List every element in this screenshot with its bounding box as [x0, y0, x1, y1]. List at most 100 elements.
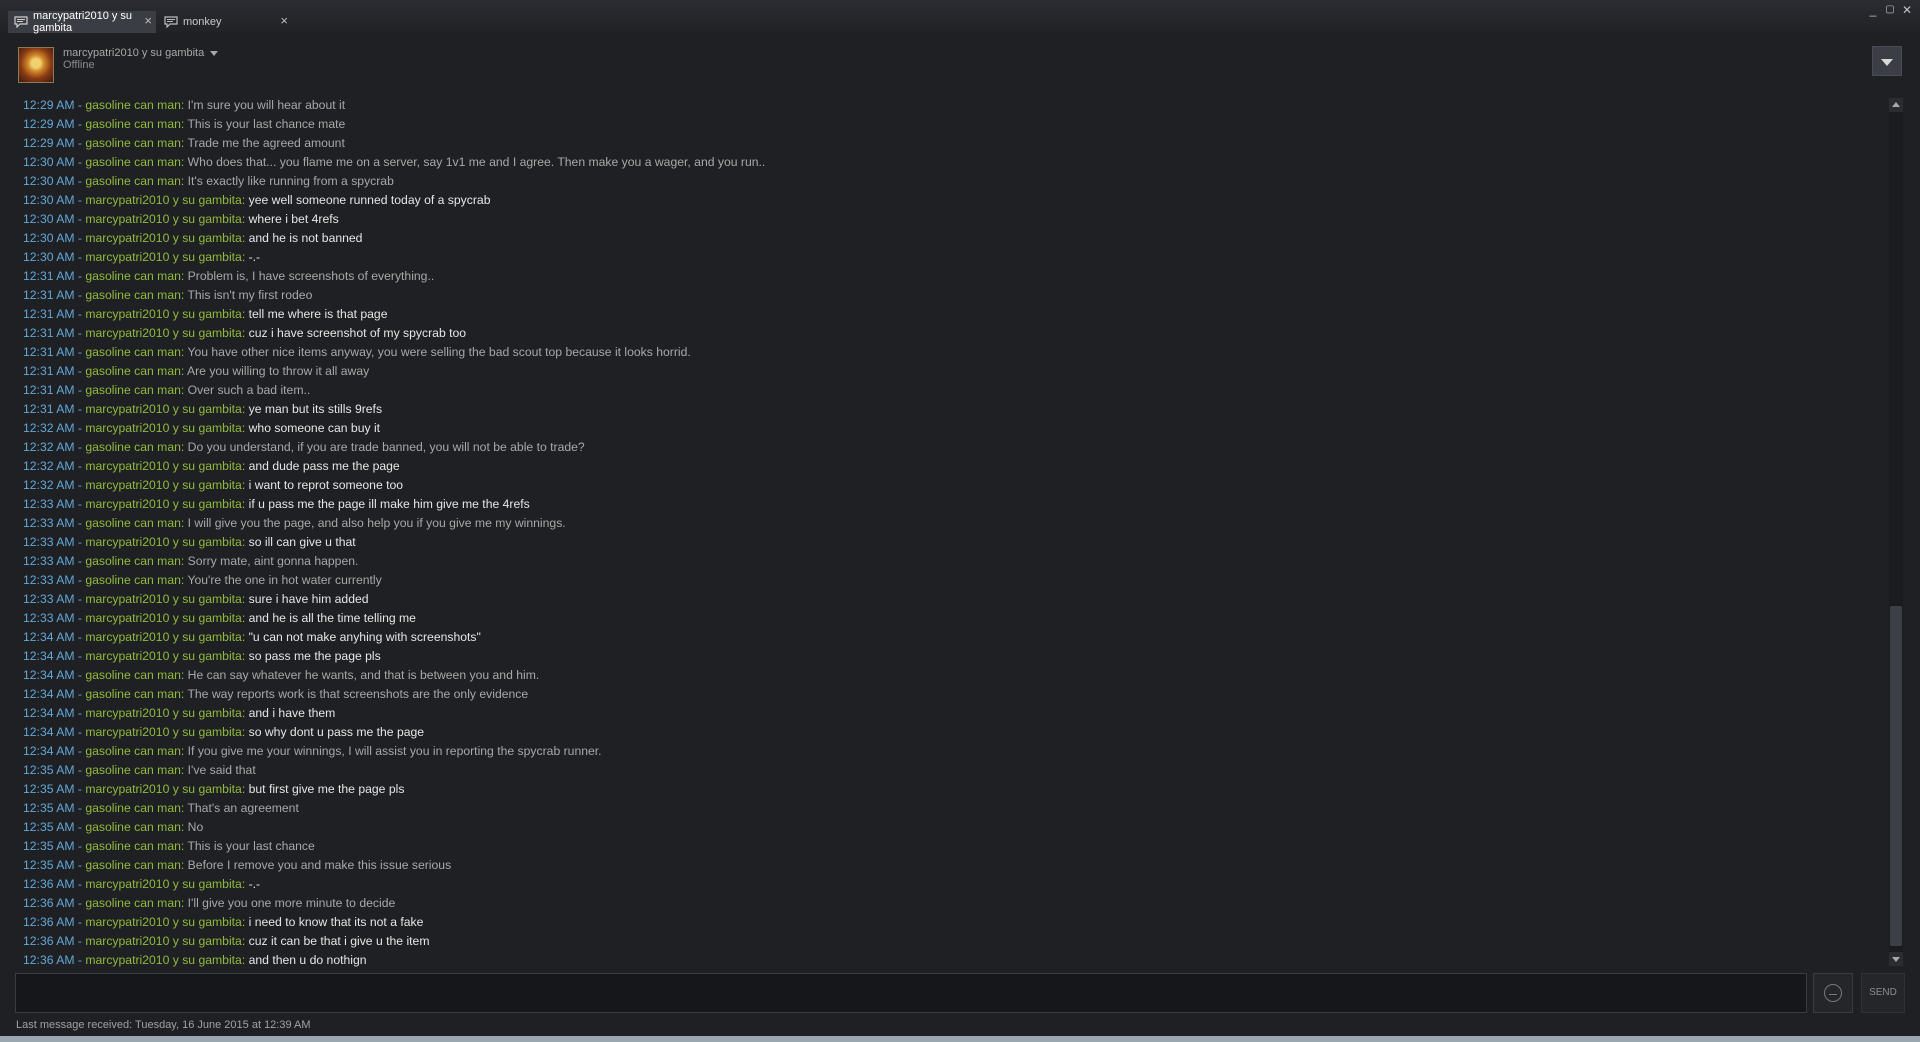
colon: : — [241, 630, 249, 644]
message-sender[interactable]: marcypatri2010 y su gambita — [85, 535, 241, 549]
message-sender[interactable]: gasoline can man — [85, 345, 181, 359]
message-sender[interactable]: gasoline can man — [85, 839, 181, 853]
close-window-icon[interactable]: ✕ — [1900, 3, 1914, 17]
message-sender[interactable]: gasoline can man — [85, 364, 181, 378]
message-sender[interactable]: gasoline can man — [85, 554, 181, 568]
message-sender[interactable]: gasoline can man — [85, 801, 181, 815]
message-timestamp: 12:31 AM — [23, 402, 75, 416]
colon: : — [180, 383, 188, 397]
separator: - — [74, 136, 86, 150]
chat-message: 12:32 AM - marcypatri2010 y su gambita: … — [23, 476, 1883, 495]
message-sender[interactable]: marcypatri2010 y su gambita — [85, 611, 241, 625]
message-sender[interactable]: gasoline can man — [85, 573, 181, 587]
message-sender[interactable]: marcypatri2010 y su gambita — [85, 649, 241, 663]
message-sender[interactable]: marcypatri2010 y su gambita — [85, 782, 241, 796]
message-sender[interactable]: gasoline can man — [85, 98, 181, 112]
scroll-down-button[interactable] — [1889, 952, 1903, 966]
separator: - — [74, 478, 86, 492]
message-sender[interactable]: marcypatri2010 y su gambita — [85, 630, 241, 644]
avatar[interactable] — [18, 47, 54, 83]
message-sender[interactable]: marcypatri2010 y su gambita — [85, 877, 241, 891]
colon: : — [180, 98, 188, 112]
chat-bubble-icon — [164, 16, 178, 29]
scroll-up-button[interactable] — [1889, 98, 1903, 112]
message-sender[interactable]: gasoline can man — [85, 155, 181, 169]
message-text: -.- — [248, 250, 261, 264]
chat-log[interactable]: 12:29 AM - gasoline can man: I'm sure yo… — [23, 96, 1883, 968]
separator: - — [74, 421, 86, 435]
message-sender[interactable]: marcypatri2010 y su gambita — [85, 193, 241, 207]
separator: - — [74, 706, 86, 720]
message-sender[interactable]: marcypatri2010 y su gambita — [85, 725, 241, 739]
close-tab-icon[interactable]: × — [280, 14, 288, 28]
chat-message: 12:33 AM - marcypatri2010 y su gambita: … — [23, 590, 1883, 609]
message-sender[interactable]: marcypatri2010 y su gambita — [85, 915, 241, 929]
message-timestamp: 12:35 AM — [23, 782, 75, 796]
emoticon-button[interactable] — [1813, 973, 1853, 1013]
message-sender[interactable]: gasoline can man — [85, 687, 181, 701]
message-sender[interactable]: gasoline can man — [85, 383, 181, 397]
chat-scrollbar[interactable] — [1889, 98, 1903, 966]
message-sender[interactable]: gasoline can man — [85, 668, 181, 682]
message-sender[interactable]: marcypatri2010 y su gambita — [85, 459, 241, 473]
emoticon-icon — [1824, 984, 1842, 1002]
message-sender[interactable]: gasoline can man — [85, 117, 181, 131]
message-sender[interactable]: gasoline can man — [85, 440, 181, 454]
message-sender[interactable]: gasoline can man — [85, 269, 181, 283]
separator: - — [74, 915, 86, 929]
message-sender[interactable]: gasoline can man — [85, 858, 181, 872]
tab-marcypatri2010[interactable]: marcypatri2010 y su gambita × — [8, 10, 156, 34]
message-text: ye man but its stills 9refs — [248, 402, 383, 416]
message-sender[interactable]: gasoline can man — [85, 288, 181, 302]
chat-message: 12:34 AM - marcypatri2010 y su gambita: … — [23, 723, 1883, 742]
message-sender[interactable]: marcypatri2010 y su gambita — [85, 934, 241, 948]
tab-monkey[interactable]: monkey × — [158, 11, 292, 33]
message-timestamp: 12:36 AM — [23, 953, 75, 967]
maximize-icon[interactable]: ▢ — [1883, 3, 1897, 17]
message-timestamp: 12:30 AM — [23, 155, 75, 169]
chat-message: 12:36 AM - marcypatri2010 y su gambita: … — [23, 875, 1883, 894]
message-sender[interactable]: marcypatri2010 y su gambita — [85, 326, 241, 340]
colon: : — [180, 269, 188, 283]
message-sender[interactable]: marcypatri2010 y su gambita — [85, 478, 241, 492]
separator: - — [74, 611, 86, 625]
message-sender[interactable]: marcypatri2010 y su gambita — [85, 212, 241, 226]
message-sender[interactable]: gasoline can man — [85, 744, 181, 758]
message-timestamp: 12:34 AM — [23, 744, 75, 758]
message-sender[interactable]: marcypatri2010 y su gambita — [85, 250, 241, 264]
message-sender[interactable]: marcypatri2010 y su gambita — [85, 421, 241, 435]
chat-message: 12:31 AM - gasoline can man: Problem is,… — [23, 267, 1883, 286]
message-sender[interactable]: marcypatri2010 y su gambita — [85, 402, 241, 416]
separator: - — [74, 326, 86, 340]
message-sender[interactable]: marcypatri2010 y su gambita — [85, 953, 241, 967]
message-sender[interactable]: gasoline can man — [85, 516, 181, 530]
send-button[interactable]: SEND — [1861, 973, 1905, 1013]
message-text: i need to know that its not a fake — [248, 915, 424, 929]
message-sender[interactable]: gasoline can man — [85, 174, 181, 188]
options-dropdown-button[interactable] — [1872, 46, 1902, 76]
message-input[interactable] — [15, 973, 1807, 1013]
message-sender[interactable]: marcypatri2010 y su gambita — [85, 497, 241, 511]
colon: : — [180, 744, 188, 758]
message-sender[interactable]: gasoline can man — [85, 820, 181, 834]
minimize-icon[interactable]: _ — [1866, 3, 1880, 17]
colon: : — [241, 193, 249, 207]
message-sender[interactable]: gasoline can man — [85, 763, 181, 777]
close-tab-icon[interactable]: × — [144, 14, 152, 28]
chat-message: 12:33 AM - marcypatri2010 y su gambita: … — [23, 533, 1883, 552]
contact-name-dropdown[interactable]: marcypatri2010 y su gambita — [63, 47, 219, 59]
message-sender[interactable]: marcypatri2010 y su gambita — [85, 706, 241, 720]
scroll-thumb[interactable] — [1890, 606, 1902, 946]
separator: - — [74, 535, 86, 549]
colon: : — [180, 763, 188, 777]
message-sender[interactable]: marcypatri2010 y su gambita — [85, 231, 241, 245]
message-sender[interactable]: marcypatri2010 y su gambita — [85, 592, 241, 606]
tab-label: marcypatri2010 y su gambita — [33, 10, 133, 34]
separator: - — [74, 630, 86, 644]
message-sender[interactable]: gasoline can man — [85, 136, 181, 150]
message-timestamp: 12:30 AM — [23, 174, 75, 188]
message-sender[interactable]: marcypatri2010 y su gambita — [85, 307, 241, 321]
chat-message: 12:33 AM - gasoline can man: Sorry mate,… — [23, 552, 1883, 571]
colon: : — [180, 554, 188, 568]
message-sender[interactable]: gasoline can man — [85, 896, 181, 910]
